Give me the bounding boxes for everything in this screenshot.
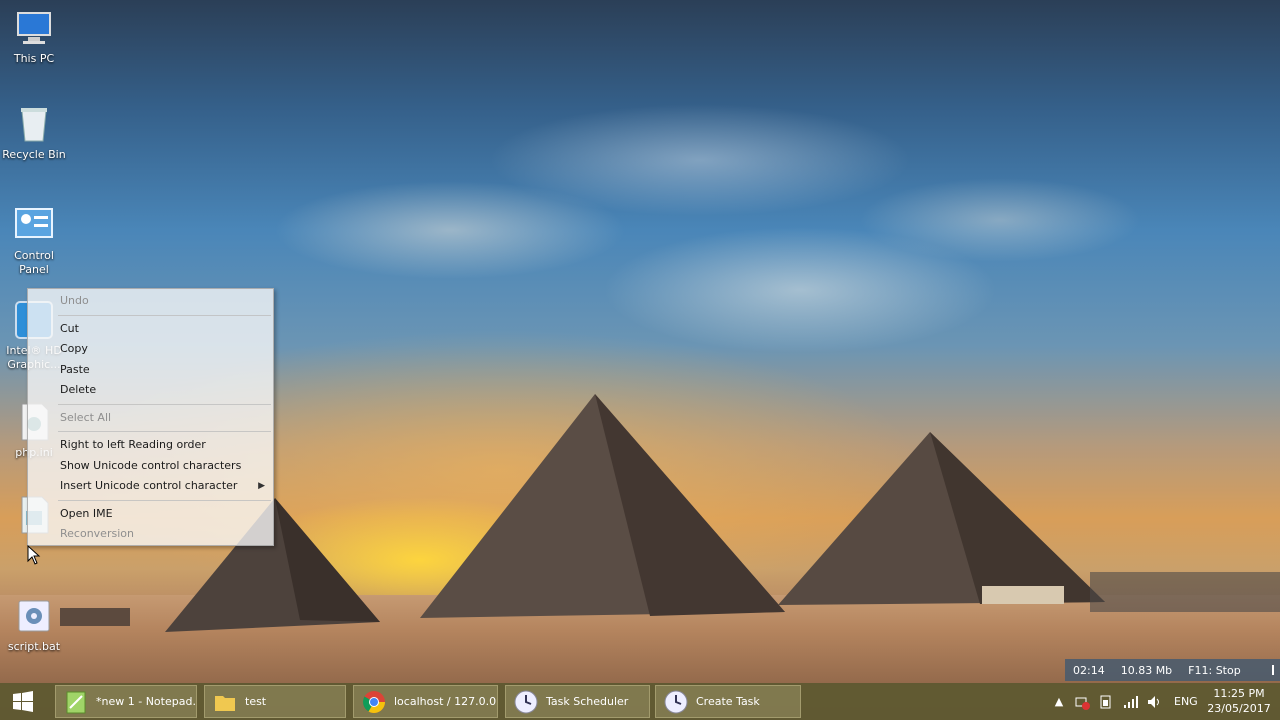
taskbar-button-chrome[interactable]: localhost / 127.0.0... — [353, 685, 498, 718]
folder-icon — [215, 695, 235, 711]
computer-icon — [14, 8, 54, 48]
desktop-icon-label: This PC — [13, 52, 55, 65]
power-icon[interactable] — [1098, 694, 1114, 710]
desktop-icon-control-panel[interactable]: Control Panel — [0, 205, 68, 277]
taskbar-button-notepadpp[interactable]: *new 1 - Notepad... — [55, 685, 197, 718]
recorder-size: 10.83 Mb — [1120, 663, 1173, 677]
menu-item-cut[interactable]: Cut — [28, 319, 273, 340]
menu-item-label: Insert Unicode control character — [60, 479, 238, 492]
desktop-icon-label: script.bat — [7, 640, 61, 653]
menu-item-copy[interactable]: Copy — [28, 339, 273, 360]
context-menu: Undo Cut Copy Paste Delete Select All Ri… — [27, 288, 274, 546]
recycle-bin-icon — [14, 104, 54, 144]
screen-recorder-bar: 02:14 10.83 Mb F11: Stop — [1065, 659, 1280, 681]
recorder-elapsed: 02:14 — [1073, 663, 1105, 677]
show-hidden-icons-icon[interactable]: ▲ — [1052, 695, 1066, 708]
menu-item-paste[interactable]: Paste — [28, 360, 273, 381]
task-scheduler-icon — [514, 690, 538, 713]
menu-separator — [58, 431, 271, 432]
menu-item-undo[interactable]: Undo — [28, 291, 273, 312]
task-scheduler-icon — [664, 690, 688, 713]
menu-item-insert-unicode-control[interactable]: Insert Unicode control character ▶ — [28, 476, 273, 497]
taskbar-button-create-task[interactable]: Create Task — [655, 685, 801, 718]
menu-item-open-ime[interactable]: Open IME — [28, 504, 273, 525]
submenu-arrow-icon: ▶ — [258, 481, 265, 491]
clock-date: 23/05/2017 — [1207, 702, 1271, 715]
notepadpp-icon — [66, 691, 86, 713]
taskbar: *new 1 - Notepad... test localhost / 127… — [0, 683, 1280, 720]
taskbar-button-task-scheduler[interactable]: Task Scheduler — [505, 685, 650, 718]
system-tray: ▲ ENG — [1052, 683, 1206, 720]
recorder-stop-hint: F11: Stop — [1188, 663, 1241, 677]
stop-icon[interactable] — [1270, 664, 1274, 676]
pause-icon[interactable] — [1255, 664, 1259, 676]
desktop-icon-script-bat[interactable]: script.bat — [0, 596, 68, 654]
signal-icon[interactable] — [1122, 694, 1138, 710]
desktop-icon-label: Control Panel — [14, 249, 54, 276]
windows-logo-icon — [13, 690, 33, 712]
menu-separator — [58, 499, 271, 501]
taskbar-clock[interactable]: 11:25 PM 23/05/2017 — [1198, 686, 1280, 716]
taskbar-button-label: Task Scheduler — [546, 695, 629, 708]
menu-separator — [58, 314, 271, 316]
menu-item-reconversion[interactable]: Reconversion — [28, 524, 273, 545]
taskbar-button-label: localhost / 127.0.0... — [394, 695, 498, 708]
desktop-icon-this-pc[interactable]: This PC — [0, 8, 68, 66]
start-button[interactable] — [0, 683, 46, 720]
network-disconnected-icon[interactable] — [1074, 694, 1090, 710]
menu-item-delete[interactable]: Delete — [28, 380, 273, 401]
menu-item-show-unicode-control[interactable]: Show Unicode control characters — [28, 456, 273, 477]
desktop-icon-label: Recycle Bin — [2, 148, 66, 161]
language-indicator[interactable]: ENG — [1174, 695, 1198, 708]
clock-time: 11:25 PM — [1213, 687, 1265, 700]
taskbar-button-label: *new 1 - Notepad... — [96, 695, 197, 708]
taskbar-button-label: test — [245, 695, 267, 708]
taskbar-button-test-folder[interactable]: test — [204, 685, 346, 718]
chrome-icon — [363, 690, 385, 713]
menu-item-rtl-reading-order[interactable]: Right to left Reading order — [28, 435, 273, 456]
mouse-cursor-icon — [27, 545, 41, 565]
menu-item-select-all[interactable]: Select All — [28, 408, 273, 429]
menu-separator — [58, 403, 271, 405]
volume-icon[interactable] — [1146, 694, 1162, 710]
taskbar-button-label: Create Task — [696, 695, 760, 708]
control-panel-icon — [14, 205, 54, 245]
batch-file-icon — [14, 596, 54, 636]
desktop-icon-recycle-bin[interactable]: Recycle Bin — [0, 104, 68, 162]
